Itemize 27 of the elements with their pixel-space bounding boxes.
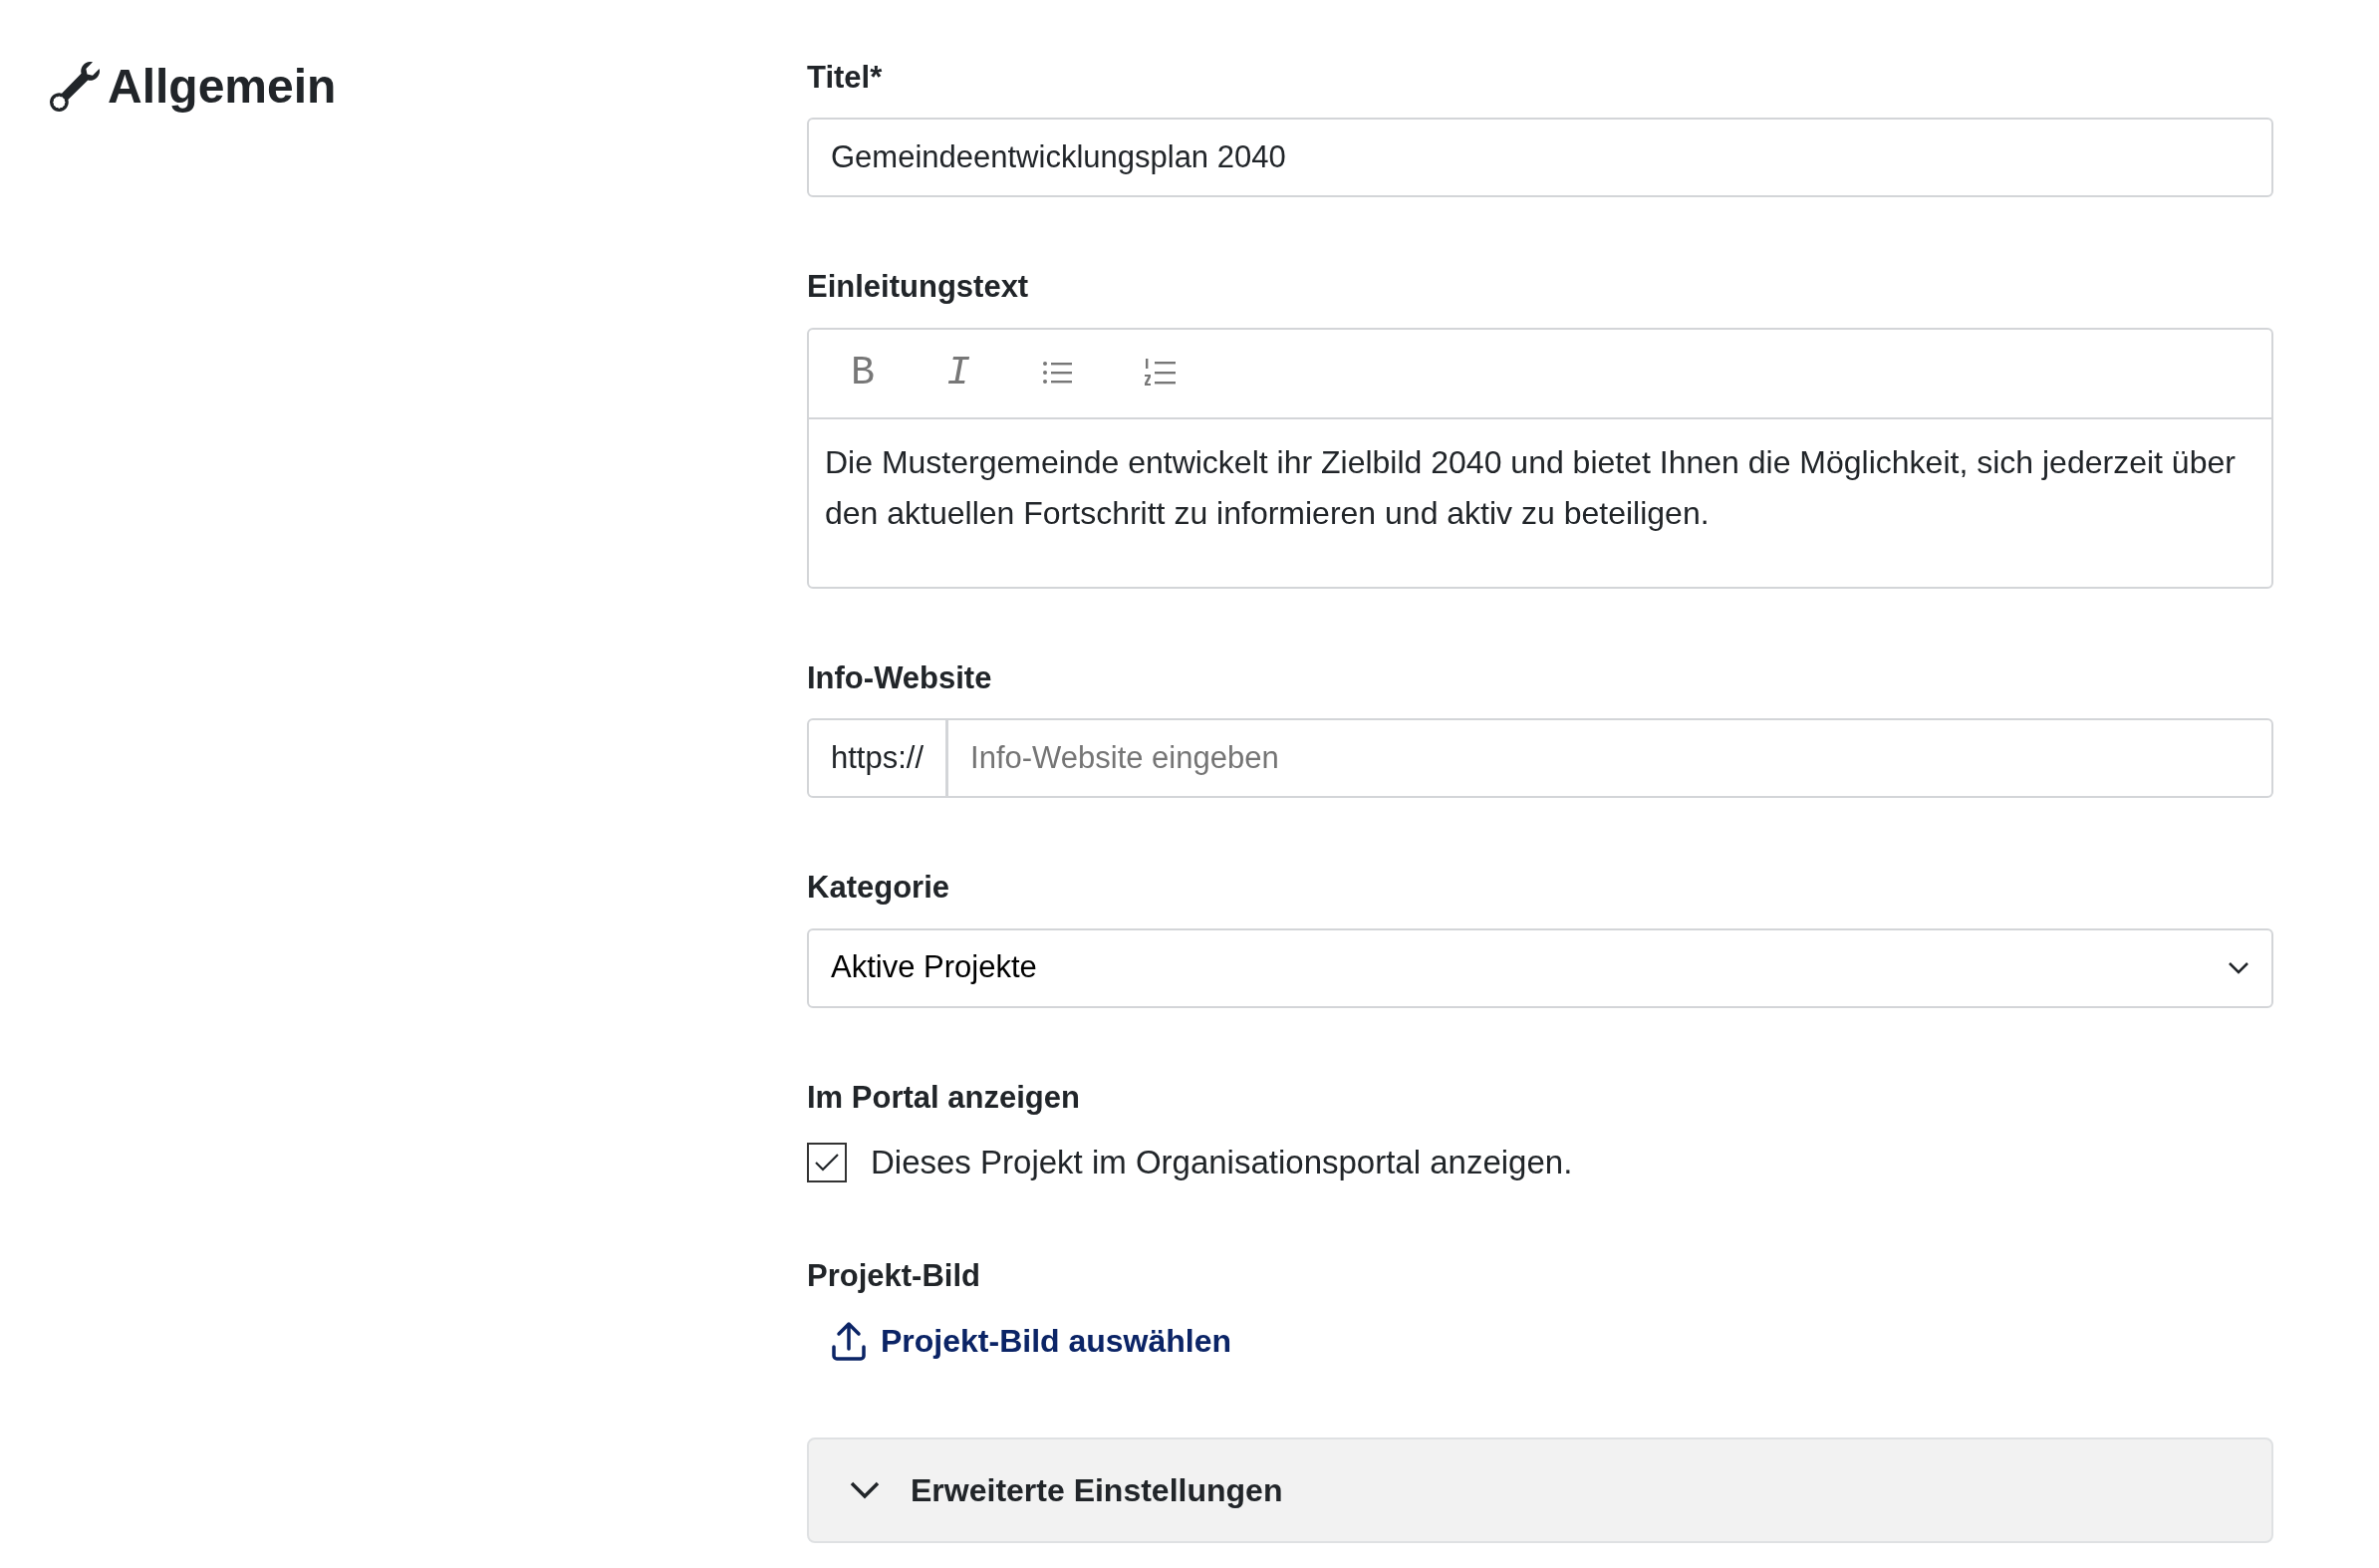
accordion-header[interactable]: Erweiterte Einstellungen: [807, 1437, 2273, 1543]
rich-text-editor[interactable]: B I Die Mustergemeinde entwickelt ihr Zielbild 2040 und bietet Ihnen die Möglichkeit, sich jederzeit über den aktuellen Fortschritt zu informieren und aktiv zu beteiligen.: [807, 327, 2273, 589]
text-field[interactable]: Gemeindeentwicklungsplan 2040: [807, 118, 2273, 198]
checkbox[interactable]: [807, 1142, 847, 1182]
url-field[interactable]: Info-Website eingeben: [946, 718, 2273, 799]
field-label: Kategorie: [807, 869, 950, 908]
field-label: Im Portal anzeigen: [807, 1078, 1081, 1117]
checkbox-label: Dieses Projekt im Organisationsportal anzeigen.: [871, 1142, 1573, 1182]
upload-link[interactable]: Projekt-Bild auswählen: [807, 1316, 1232, 1365]
select-field[interactable]: Aktive Projekte: [807, 927, 2273, 1008]
check-icon: [814, 1152, 840, 1173]
url-prefix: https://: [807, 718, 948, 799]
field-label: Projekt-Bild: [807, 1257, 981, 1296]
upload-icon: [831, 1320, 867, 1361]
select-value: Aktive Projekte: [831, 948, 1037, 987]
italic-button[interactable]: I: [934, 353, 983, 393]
wrench-icon: [50, 61, 100, 112]
bullet-list-icon: [1042, 360, 1073, 387]
bold-button[interactable]: B: [839, 353, 887, 393]
section-title: Allgemein: [108, 59, 337, 115]
editor-text: Die Mustergemeinde entwickelt ihr Zielbild 2040 und bietet Ihnen die Möglichkeit, sich jederzeit über den aktuellen Fortschritt zu informieren und aktiv zu beteiligen.: [824, 442, 2237, 533]
field-label: Einleitungstext: [807, 268, 1030, 307]
chevron-down-icon: [849, 1479, 881, 1500]
field-label: Info-Website: [807, 658, 993, 697]
field-label: Titel*: [807, 59, 884, 97]
chevron-down-icon: [2228, 960, 2249, 975]
numbered-list-icon: [1144, 358, 1177, 389]
